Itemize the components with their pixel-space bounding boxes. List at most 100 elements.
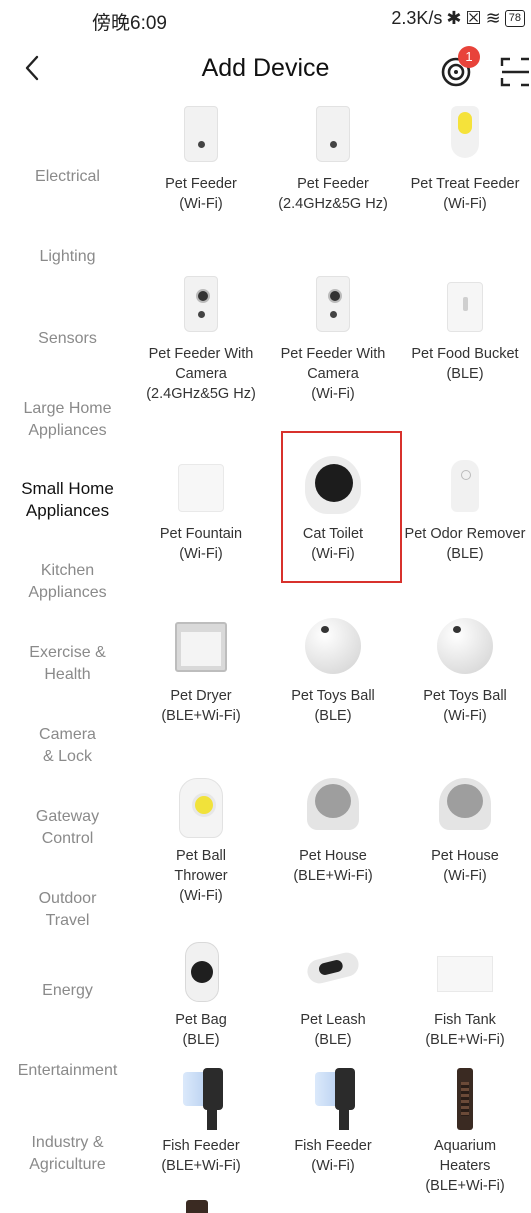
aquarium-heater-icon [425,1068,505,1130]
bluetooth-icon: ✱ [446,8,462,28]
device-cat-toilet[interactable]: Cat Toilet (Wi-Fi) [267,456,399,564]
status-bar: 傍晚6:09 2.3K/s ✱ ☒ ≋ 78 [0,0,531,34]
category-gateway-control[interactable]: Gateway Control [0,806,135,850]
scan-button[interactable] [500,50,531,90]
device-pet-feeder-dualband[interactable]: Pet Feeder (2.4GHz&5G Hz) [267,106,399,214]
category-outdoor-travel[interactable]: Outdoor Travel [0,888,135,932]
pet-fountain-icon [161,456,241,518]
device-name: Pet Odor Remover [404,526,526,542]
category-lighting[interactable]: Lighting [0,246,135,268]
device-name: Pet Leash [300,1012,366,1028]
scan-icon [500,57,529,87]
device-fish-tank[interactable]: Fish Tank (BLE+Wi-Fi) [399,942,531,1050]
device-protocol: (Wi-Fi) [179,196,223,212]
sim-icon: ☒ [465,8,482,28]
category-entertainment[interactable]: Entertainment [0,1060,135,1082]
device-protocol: (BLE+Wi-Fi) [161,708,241,724]
device-protocol: (BLE) [314,1032,352,1048]
device-aquarium-heaters[interactable]: Aquarium Heaters (BLE+Wi-Fi) [399,1068,531,1196]
category-electrical[interactable]: Electrical [0,166,135,188]
pet-feeder-camera-icon [161,276,241,338]
pet-house-icon [425,778,505,840]
category-exercise-health[interactable]: Exercise & Health [0,642,135,686]
pet-feeder-icon [161,106,241,168]
status-icons: 2.3K/s ✱ ☒ ≋ 78 [391,8,525,29]
device-protocol: (BLE) [446,366,484,382]
device-pet-toys-ball-wifi[interactable]: Pet Toys Ball (Wi-Fi) [399,618,531,726]
pet-treat-feeder-icon [425,106,505,168]
category-small-home-appliances[interactable]: Small Home Appliances [0,478,135,522]
device-name: Pet Toys Ball [423,688,507,704]
device-protocol: (2.4GHz&5G Hz) [146,386,256,402]
device-pet-leash[interactable]: Pet Leash (BLE) [267,942,399,1050]
device-pet-feeder-wifi[interactable]: Pet Feeder (Wi-Fi) [135,106,267,214]
device-protocol: (Wi-Fi) [311,546,355,562]
device-fish-feeder-ble-wifi[interactable]: Fish Feeder (BLE+Wi-Fi) [135,1068,267,1176]
device-pet-fountain[interactable]: Pet Fountain (Wi-Fi) [135,456,267,564]
device-pet-treat-feeder[interactable]: Pet Treat Feeder (Wi-Fi) [399,106,531,214]
pet-bag-icon [161,942,241,1004]
device-fish-feeder-wifi[interactable]: Fish Feeder (Wi-Fi) [267,1068,399,1176]
device-name: Pet Feeder With Camera [280,346,386,382]
device-name: Pet Ball Thrower [174,848,228,884]
device-name: Cat Toilet [302,526,364,542]
device-name: Pet Bag [175,1012,227,1028]
cat-toilet-icon [293,456,373,518]
notification-button[interactable]: 1 [440,46,480,90]
fish-tank-icon [425,942,505,1004]
category-sensors[interactable]: Sensors [0,328,135,350]
device-pet-feeder-camera-dualband[interactable]: Pet Feeder With Camera (2.4GHz&5G Hz) [135,276,267,404]
pet-leash-icon [293,942,373,1004]
pet-house-icon [293,778,373,840]
device-pet-dryer[interactable]: Pet Dryer (BLE+Wi-Fi) [135,618,267,726]
fish-feeder-icon [293,1068,373,1130]
device-protocol: (Wi-Fi) [311,386,355,402]
device-protocol: (Wi-Fi) [179,546,223,562]
device-pet-odor-remover[interactable]: Pet Odor Remover (BLE) [399,456,531,564]
partial-device-icon [186,1200,208,1213]
device-pet-feeder-camera-wifi[interactable]: Pet Feeder With Camera (Wi-Fi) [267,276,399,404]
device-protocol: (BLE) [446,546,484,562]
device-pet-food-bucket[interactable]: Pet Food Bucket (BLE) [399,276,531,384]
device-name: Pet Fountain [159,526,243,542]
category-industry-agriculture[interactable]: Industry & Agriculture [0,1132,135,1176]
device-name: Fish Feeder [294,1138,372,1154]
device-protocol: (Wi-Fi) [443,868,487,884]
device-name: Fish Tank [434,1012,496,1028]
net-speed: 2.3K/s [391,8,443,28]
category-large-home-appliances[interactable]: Large Home Appliances [0,398,135,442]
device-name: Pet House [299,848,367,864]
header: Add Device 1 [0,34,531,106]
pet-odor-remover-icon [425,456,505,518]
device-protocol: (BLE+Wi-Fi) [293,868,373,884]
device-name: Pet Dryer [170,688,232,704]
device-pet-toys-ball-ble[interactable]: Pet Toys Ball (BLE) [267,618,399,726]
category-camera-lock[interactable]: Camera & Lock [0,724,135,768]
device-name: Aquarium Heaters [433,1138,497,1174]
pet-toys-ball-icon [425,618,505,680]
notification-badge: 1 [458,46,480,68]
category-energy[interactable]: Energy [0,980,135,1002]
device-pet-house-wifi[interactable]: Pet House (Wi-Fi) [399,778,531,886]
fish-feeder-icon [161,1068,241,1130]
device-pet-house-ble-wifi[interactable]: Pet House (BLE+Wi-Fi) [267,778,399,886]
pet-food-bucket-icon [425,276,505,338]
device-name: Pet Toys Ball [291,688,375,704]
device-pet-ball-thrower[interactable]: Pet Ball Thrower (Wi-Fi) [135,778,267,906]
battery-icon: 78 [504,10,525,27]
device-protocol: (Wi-Fi) [311,1158,355,1174]
category-kitchen-appliances[interactable]: Kitchen Appliances [0,560,135,604]
device-name: Pet Food Bucket [411,346,519,362]
device-name: Pet Feeder [297,176,369,192]
device-name: Pet Feeder [165,176,237,192]
pet-feeder-icon [293,106,373,168]
device-protocol: (BLE+Wi-Fi) [425,1178,505,1194]
device-protocol: (Wi-Fi) [179,888,223,904]
device-name: Pet House [431,848,499,864]
device-protocol: (Wi-Fi) [443,708,487,724]
device-pet-bag[interactable]: Pet Bag (BLE) [135,942,267,1050]
device-name: Pet Treat Feeder [410,176,520,192]
device-protocol: (BLE+Wi-Fi) [425,1032,505,1048]
pet-feeder-camera-icon [293,276,373,338]
device-protocol: (BLE+Wi-Fi) [161,1158,241,1174]
